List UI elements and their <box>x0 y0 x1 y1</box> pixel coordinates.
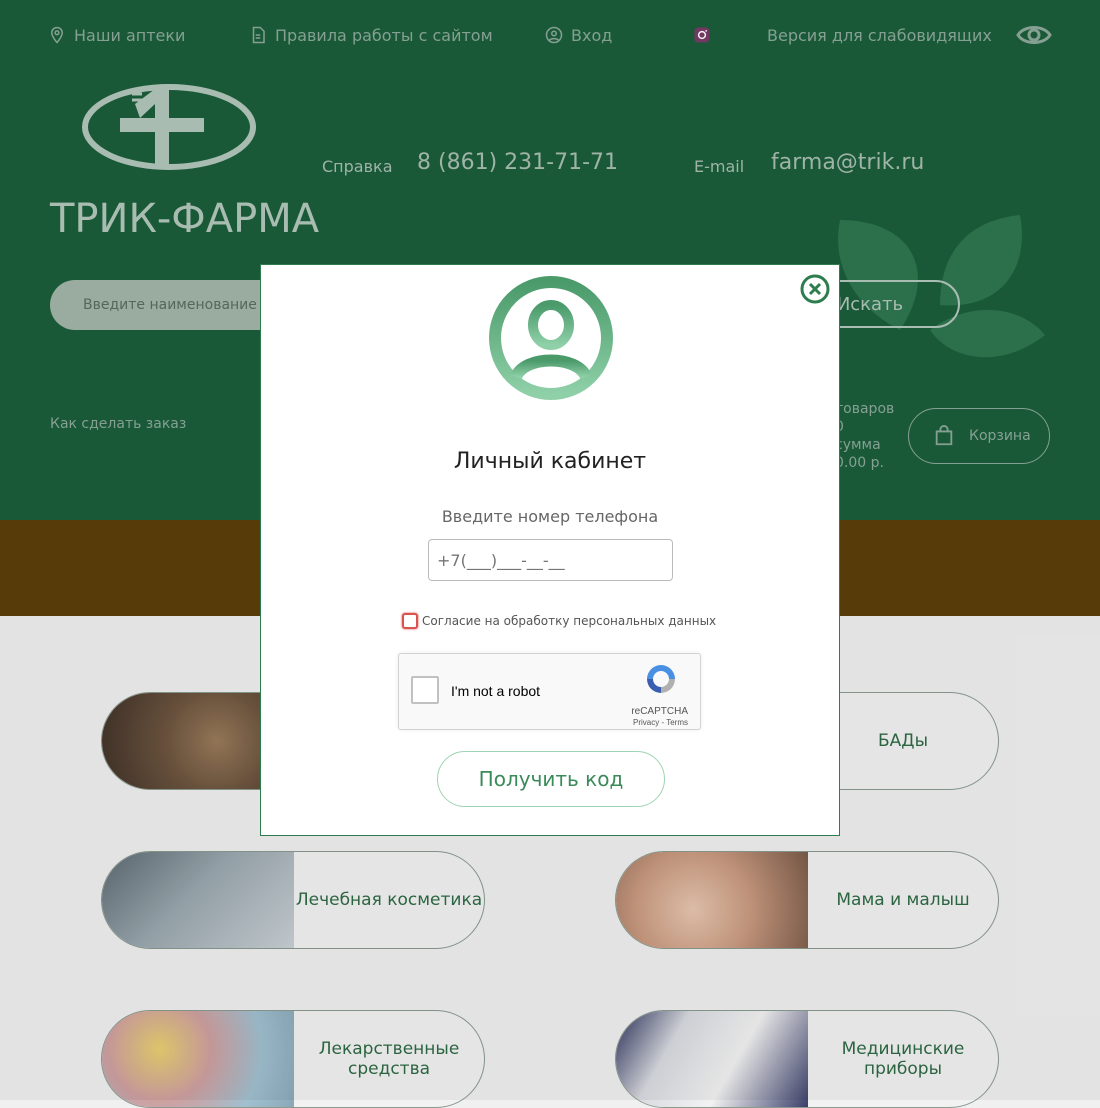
recaptcha-checkbox[interactable] <box>411 676 439 704</box>
get-code-label: Получить код <box>478 767 624 791</box>
close-button[interactable] <box>800 274 830 304</box>
get-code-button[interactable]: Получить код <box>437 751 665 807</box>
modal-subtitle: Введите номер телефона <box>441 507 659 526</box>
user-avatar-icon <box>489 276 613 400</box>
recaptcha-logo-icon <box>647 665 675 693</box>
modal-title: Личный кабинет <box>453 449 647 474</box>
consent-label: Согласие на обработку персональных данны… <box>422 614 717 628</box>
consent-checkbox[interactable] <box>402 613 418 629</box>
consent-row: Согласие на обработку персональных данны… <box>402 613 716 629</box>
recaptcha-widget: I'm not a robot reCAPTCHA Privacy - Term… <box>398 653 701 730</box>
recaptcha-label: I'm not a robot <box>451 683 541 699</box>
phone-input[interactable] <box>428 539 673 581</box>
recaptcha-terms-link[interactable]: Privacy - Terms <box>633 718 688 727</box>
recaptcha-brand: reCAPTCHA <box>631 706 688 717</box>
close-icon <box>800 274 830 304</box>
login-modal: Личный кабинет Введите номер телефона Со… <box>260 264 840 836</box>
avatar <box>488 275 614 401</box>
